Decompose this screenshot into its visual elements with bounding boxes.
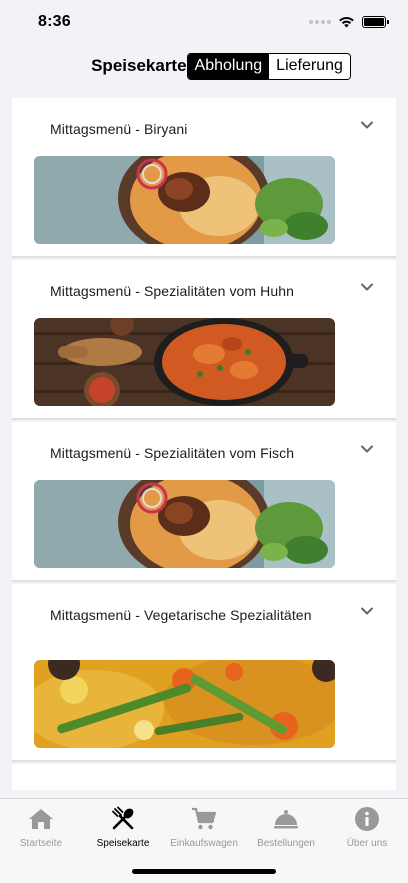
order-type-segmented-control: Abholung Lieferung xyxy=(186,52,351,80)
menu-category-card[interactable]: Mittagsmenü - Vegetarische Spezialitäten xyxy=(12,584,396,762)
menu-category-card[interactable] xyxy=(12,764,396,790)
tab-label: Bestellungen xyxy=(257,838,315,849)
segment-lieferung[interactable]: Lieferung xyxy=(269,53,350,79)
chicken-curry-image[interactable] xyxy=(34,318,335,406)
fork-spoon-icon xyxy=(109,805,137,833)
nav-bar: Speisekarte Abholung Lieferung xyxy=(0,44,408,88)
vegetable-curry-image[interactable] xyxy=(34,660,335,748)
biryani-dish-image[interactable] xyxy=(34,156,335,244)
tab-label: Über uns xyxy=(346,838,388,849)
page-title: Speisekarte xyxy=(91,56,187,75)
info-icon xyxy=(353,805,381,833)
chevron-down-icon[interactable] xyxy=(360,120,374,130)
segment-abholung[interactable]: Abholung xyxy=(187,53,270,79)
home-indicator[interactable] xyxy=(132,869,276,874)
status-bar: 8:36 xyxy=(0,0,408,44)
category-title: Mittagsmenü - Biryani xyxy=(50,121,188,137)
tab-label: Speisekarte xyxy=(96,838,150,849)
tab-einkaufswagen[interactable]: Einkaufswagen xyxy=(163,805,245,849)
biryani-dish-image[interactable] xyxy=(34,480,335,568)
wifi-icon xyxy=(339,17,354,28)
cart-icon xyxy=(190,805,218,833)
home-icon xyxy=(27,805,55,833)
status-icons xyxy=(309,16,389,28)
battery-icon xyxy=(362,16,389,28)
menu-category-card[interactable]: Mittagsmenü - Biryani xyxy=(12,98,396,258)
tab-label: Startseite xyxy=(19,838,63,849)
tab-bestellungen[interactable]: Bestellungen xyxy=(245,805,327,849)
tab-ueber-uns[interactable]: Über uns xyxy=(326,805,408,849)
tab-bar: Startseite Speisekarte Einkaufswagen Bes… xyxy=(0,798,408,883)
cloche-icon xyxy=(272,805,300,833)
tab-startseite[interactable]: Startseite xyxy=(0,805,82,849)
category-title: Mittagsmenü - Spezialitäten vom Fisch xyxy=(50,445,295,461)
menu-category-list[interactable]: Mittagsmenü - Biryani Mittagsmenü - Spez… xyxy=(12,98,396,790)
signal-icon xyxy=(309,20,331,24)
tab-label: Einkaufswagen xyxy=(170,838,238,849)
tab-speisekarte[interactable]: Speisekarte xyxy=(82,805,164,849)
category-title: Mittagsmenü - Vegetarische Spezialitäten xyxy=(50,607,312,623)
category-title: Mittagsmenü - Spezialitäten vom Huhn xyxy=(50,283,295,299)
chevron-down-icon[interactable] xyxy=(360,282,374,292)
chevron-down-icon[interactable] xyxy=(360,606,374,616)
chevron-down-icon[interactable] xyxy=(360,444,374,454)
menu-category-card[interactable]: Mittagsmenü - Spezialitäten vom Huhn xyxy=(12,260,396,420)
status-time: 8:36 xyxy=(38,13,71,30)
menu-category-card[interactable]: Mittagsmenü - Spezialitäten vom Fisch xyxy=(12,422,396,582)
